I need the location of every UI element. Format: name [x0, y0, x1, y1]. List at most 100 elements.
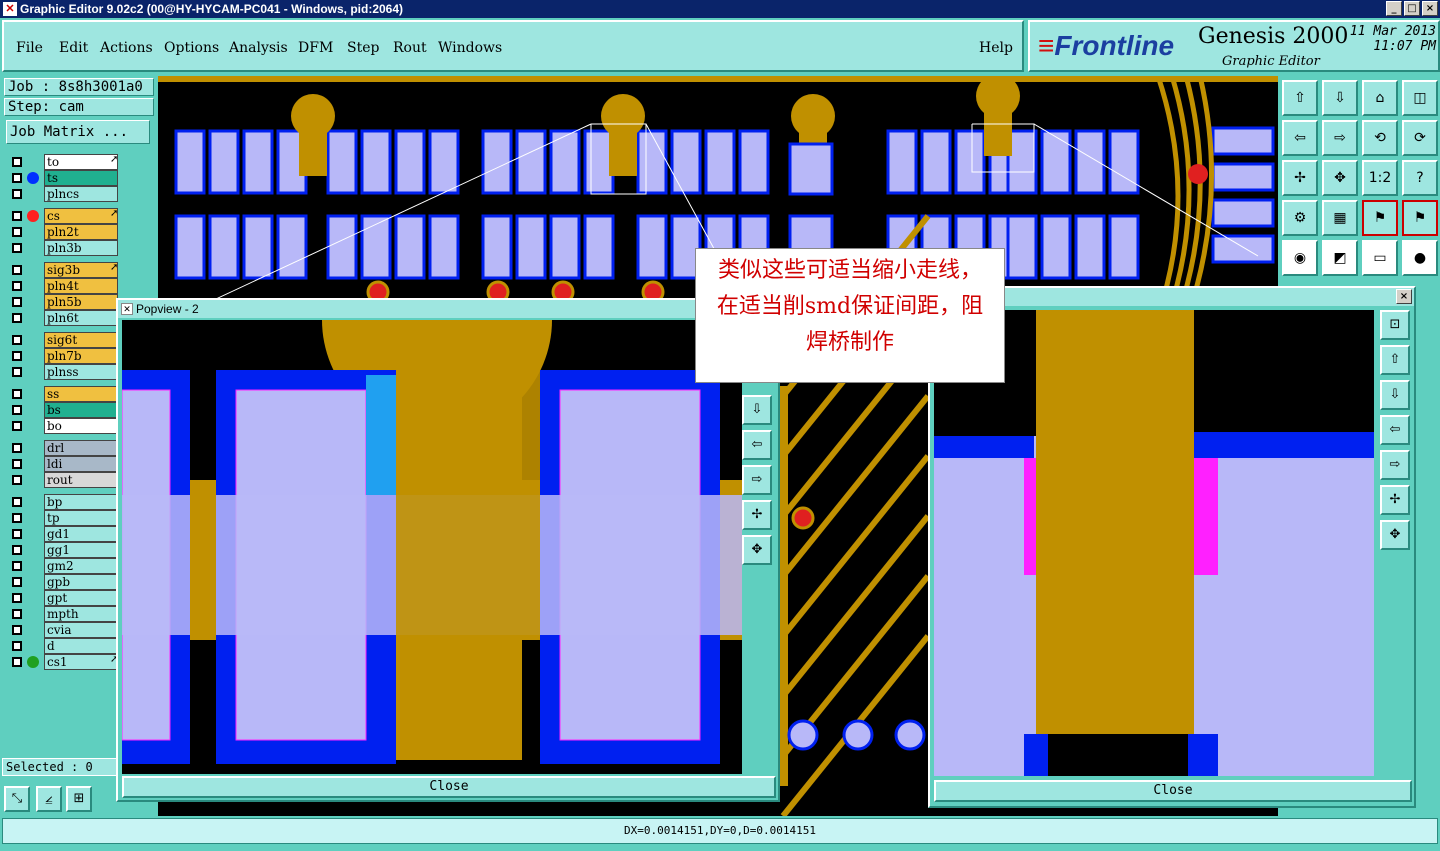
layer-row-drl[interactable]: drl	[6, 440, 124, 456]
layer-name[interactable]: bp	[44, 494, 118, 510]
grid-icon[interactable]: ▦	[1322, 200, 1358, 236]
layer-checkbox[interactable]	[12, 227, 22, 237]
layer-name[interactable]: cs1	[44, 654, 118, 670]
layer-row-ts[interactable]: ts	[6, 170, 124, 186]
layer-name[interactable]: gpt	[44, 590, 118, 606]
layer-name[interactable]: sig6t	[44, 332, 118, 348]
layer-checkbox[interactable]	[12, 497, 22, 507]
layer-name[interactable]: d	[44, 638, 118, 654]
layer-row-plnss[interactable]: plnss	[6, 364, 124, 380]
layer-row-pln5b[interactable]: pln5b	[6, 294, 124, 310]
undo-zoom-icon[interactable]: ⟲	[1362, 120, 1398, 156]
layer-checkbox[interactable]	[12, 367, 22, 377]
layer-name[interactable]: plncs	[44, 186, 118, 202]
menu-file[interactable]: File	[16, 40, 43, 56]
layer-row-ldi[interactable]: ldi	[6, 456, 124, 472]
layer-name[interactable]: gg1	[44, 542, 118, 558]
layer-flag-icon[interactable]: ⚑	[1362, 200, 1398, 236]
layer-row-gm2[interactable]: gm2	[6, 558, 124, 574]
layer-checkbox[interactable]	[12, 157, 22, 167]
layer-flag-2-icon[interactable]: ⚑	[1402, 200, 1438, 236]
window-icon[interactable]: ◫	[1402, 80, 1438, 116]
menu-actions[interactable]: Actions	[100, 40, 153, 56]
layer-name[interactable]: gd1	[44, 526, 118, 542]
layer-checkbox[interactable]	[12, 561, 22, 571]
pan-left-icon[interactable]: ⇦	[1282, 120, 1318, 156]
layer-name[interactable]: gpb	[44, 574, 118, 590]
pan-right-icon[interactable]: ⇨	[1380, 450, 1410, 480]
layer-name[interactable]: pln2t	[44, 224, 118, 240]
layer-name[interactable]: pln3b	[44, 240, 118, 256]
layer-row-sig3b[interactable]: sig3b ➚	[6, 262, 124, 278]
layer-name[interactable]: pln4t	[44, 278, 118, 294]
layer-name[interactable]: sig3b	[44, 262, 118, 278]
layer-checkbox[interactable]	[12, 443, 22, 453]
layer-checkbox[interactable]	[12, 577, 22, 587]
snap-icon[interactable]: ◉	[1282, 240, 1318, 276]
layer-name[interactable]: gm2	[44, 558, 118, 574]
layer-row-sig6t[interactable]: sig6t	[6, 332, 124, 348]
layer-name[interactable]: cvia	[44, 622, 118, 638]
layer-row-mpth[interactable]: mpth	[6, 606, 124, 622]
layer-row-bs[interactable]: bs	[6, 402, 124, 418]
layer-name[interactable]: pln6t	[44, 310, 118, 326]
popview-1-close-icon[interactable]: ×	[1396, 289, 1412, 304]
menu-edit[interactable]: Edit	[59, 40, 88, 56]
layer-name[interactable]: cs	[44, 208, 118, 224]
zoom-center-icon[interactable]: ✥	[1322, 160, 1358, 196]
layer-row-ss[interactable]: ss	[6, 386, 124, 402]
help-icon[interactable]: ?	[1402, 160, 1438, 196]
popview-1-close-button[interactable]: Close	[934, 780, 1412, 802]
layer-checkbox[interactable]	[12, 593, 22, 603]
layer-checkbox[interactable]	[12, 189, 22, 199]
layer-checkbox[interactable]	[12, 265, 22, 275]
zoom-center-icon[interactable]: ✥	[742, 535, 772, 565]
zoom-fit-icon[interactable]: ✢	[1282, 160, 1318, 196]
layer-row-bp[interactable]: bp	[6, 494, 124, 510]
layer-row-gpb[interactable]: gpb	[6, 574, 124, 590]
home-icon[interactable]: ⌂	[1362, 80, 1398, 116]
layer-row-bo[interactable]: bo	[6, 418, 124, 434]
layer-row-rout[interactable]: rout	[6, 472, 124, 488]
layer-name[interactable]: to	[44, 154, 118, 170]
layer-checkbox[interactable]	[12, 545, 22, 555]
pan-up-icon[interactable]: ⇧	[1380, 345, 1410, 375]
menu-analysis[interactable]: Analysis	[229, 40, 288, 56]
zoom-tool-icon[interactable]: ⤡	[4, 786, 30, 812]
pan-right-icon[interactable]: ⇨	[1322, 120, 1358, 156]
layer-checkbox[interactable]	[12, 641, 22, 651]
menu-windows[interactable]: Windows	[438, 40, 502, 56]
layer-row-to[interactable]: to ➚	[6, 154, 124, 170]
pan-up-icon[interactable]: ⇧	[1282, 80, 1318, 116]
scale-icon[interactable]: 1:2	[1362, 160, 1398, 196]
layer-checkbox[interactable]	[12, 389, 22, 399]
settings-icon[interactable]: ⚙	[1282, 200, 1318, 236]
layer-checkbox[interactable]	[12, 513, 22, 523]
layer-name[interactable]: ts	[44, 170, 118, 186]
layer-checkbox[interactable]	[12, 297, 22, 307]
layer-row-pln2t[interactable]: pln2t	[6, 224, 124, 240]
layer-name[interactable]: ss	[44, 386, 118, 402]
layer-row-pln7b[interactable]: pln7b	[6, 348, 124, 364]
layer-row-cs[interactable]: cs ➚	[6, 208, 124, 224]
menu-help[interactable]: Help	[979, 40, 1013, 56]
layer-checkbox[interactable]	[12, 657, 22, 667]
popview-2-canvas[interactable]	[122, 320, 742, 774]
minimize-button[interactable]: _	[1386, 1, 1402, 16]
layer-checkbox[interactable]	[12, 335, 22, 345]
menu-step[interactable]: Step	[347, 40, 379, 56]
zoom-center-icon[interactable]: ✥	[1380, 520, 1410, 550]
layer-name[interactable]: bo	[44, 418, 118, 434]
layer-name[interactable]: pln7b	[44, 348, 118, 364]
measure-tool-icon[interactable]: ⦤	[36, 786, 62, 812]
layer-name[interactable]: bs	[44, 402, 118, 418]
layer-checkbox[interactable]	[12, 211, 22, 221]
layer-row-d[interactable]: d	[6, 638, 124, 654]
point-icon[interactable]: ●	[1402, 240, 1438, 276]
menu-rout[interactable]: Rout	[393, 40, 427, 56]
menu-dfm[interactable]: DFM	[298, 40, 333, 56]
layer-row-pln4t[interactable]: pln4t	[6, 278, 124, 294]
highlight-icon[interactable]: ◩	[1322, 240, 1358, 276]
layer-checkbox[interactable]	[12, 351, 22, 361]
redo-zoom-icon[interactable]: ⟳	[1402, 120, 1438, 156]
